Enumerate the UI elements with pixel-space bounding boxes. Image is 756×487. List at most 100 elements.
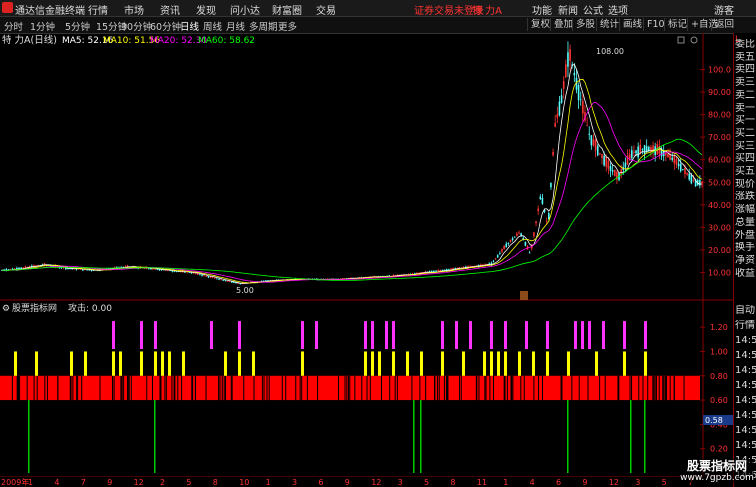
yellow-bar [364,351,367,376]
x-tick-label: 12 [371,478,381,487]
candle-body [611,170,614,172]
price-chart[interactable]: 特 力A(日线) MA5: 52.16 MA10: 51.56 MA20: 52… [0,33,733,301]
expand-icon[interactable] [677,36,685,44]
candle-body [641,149,644,151]
indicator-gear-icon[interactable]: ⚙ [2,304,10,314]
candle-body [216,278,218,280]
x-tick-label: 5 [662,478,667,487]
band-gap [438,375,440,401]
period-intraday[interactable]: 分时 [4,19,23,33]
menu-market-quote[interactable]: 行情 [88,2,108,17]
candle-body [635,150,637,154]
candle-body [494,258,497,260]
event-marker-icon[interactable] [520,291,528,300]
menu-trade[interactable]: 交易 [316,2,336,17]
candle-body [541,198,544,204]
draw-line-button[interactable]: 画线 [619,18,645,31]
band-gap [112,375,114,401]
period-60min[interactable]: 60分钟 [150,19,181,33]
period-1min[interactable]: 1分钟 [30,19,55,33]
yellow-bar [14,351,17,376]
candle-body [213,277,216,279]
candle-body [675,159,678,165]
candle-body [560,95,563,103]
indicator-chart[interactable]: ⚙ 股票指标网 攻击: 0.00 1.201.000.800.600.400.2… [0,301,733,476]
x-tick-label: 12 [609,478,619,487]
band-gap [443,375,445,401]
band-gap [434,375,436,401]
band-gap [511,375,513,401]
sidebar-field: 买五 [735,166,755,177]
yellow-bar [441,351,444,376]
band-gap [381,375,383,401]
yellow-bar [532,351,535,376]
magenta-bar [588,321,591,350]
multi-stock-button[interactable]: 多股 [572,18,598,31]
period-more[interactable]: 更多 [278,19,297,33]
band-gap [44,375,46,401]
band-gap [523,375,525,401]
band-gap [295,375,297,401]
band-gap [146,375,148,401]
candle-body [682,169,684,170]
menu-wealth[interactable]: 财富圈 [272,2,302,17]
y-tick-label: 80.00 [708,111,731,120]
band-gap [221,375,223,401]
period-weekly[interactable]: 周线 [203,19,222,33]
band-gap [460,375,462,401]
settings-icon[interactable] [690,36,698,44]
yellow-bar [378,351,381,376]
band-gap [126,375,128,401]
menu-function[interactable]: 功能 [532,2,552,17]
band-gap [266,375,268,401]
candle-body [194,273,197,275]
band-gap [447,375,449,401]
yellow-bar [154,351,157,376]
yellow-bar [504,351,507,376]
candle-body [605,156,608,167]
magenta-bar [574,321,577,350]
band-gap [253,375,255,401]
candle-body [637,146,639,158]
candle-body [573,72,576,76]
x-tick-label: 1 [266,478,271,487]
menu-news-right[interactable]: 新闻 [558,2,578,17]
back-button[interactable]: 返回 [711,18,737,31]
band-gap [299,375,301,401]
candle-body [643,145,646,155]
candle-body [535,221,537,224]
candle-body [220,279,222,281]
band-gap [36,375,38,401]
menu-guest[interactable]: 游客 [714,2,734,17]
period-daily[interactable]: 日线 [180,19,199,33]
menu-ask[interactable]: 问小达 [230,2,260,17]
band-gap [354,375,356,401]
sidebar-field: 涨跌 [735,191,755,203]
candle-body [211,277,214,279]
period-monthly[interactable]: 月线 [226,19,245,33]
menu-formula[interactable]: 公式 [583,2,603,17]
band-gap [666,375,668,401]
menu-options[interactable]: 选项 [608,2,628,17]
candle-body [601,154,603,159]
candle-body [558,101,561,116]
menu-market[interactable]: 市场 [124,2,144,17]
period-5min[interactable]: 5分钟 [65,19,90,33]
candle-body [699,180,701,186]
current-value: 0.58 [705,416,723,425]
yellow-bar [497,351,500,376]
band-gap [173,375,175,401]
candle-body [513,236,516,238]
yellow-bar [301,351,304,376]
period-30min[interactable]: 30分钟 [121,19,152,33]
candle-body [503,245,505,250]
menu-news[interactable]: 资讯 [160,2,180,17]
period-multi[interactable]: 多周期 [249,19,278,33]
menu-discover[interactable]: 发现 [196,2,216,17]
y-tick-label: 50.00 [708,178,731,187]
band-gap [285,375,287,401]
band-gap [19,375,21,401]
candle-body [590,135,593,146]
band-gap [177,375,179,401]
band-gap [281,375,283,401]
